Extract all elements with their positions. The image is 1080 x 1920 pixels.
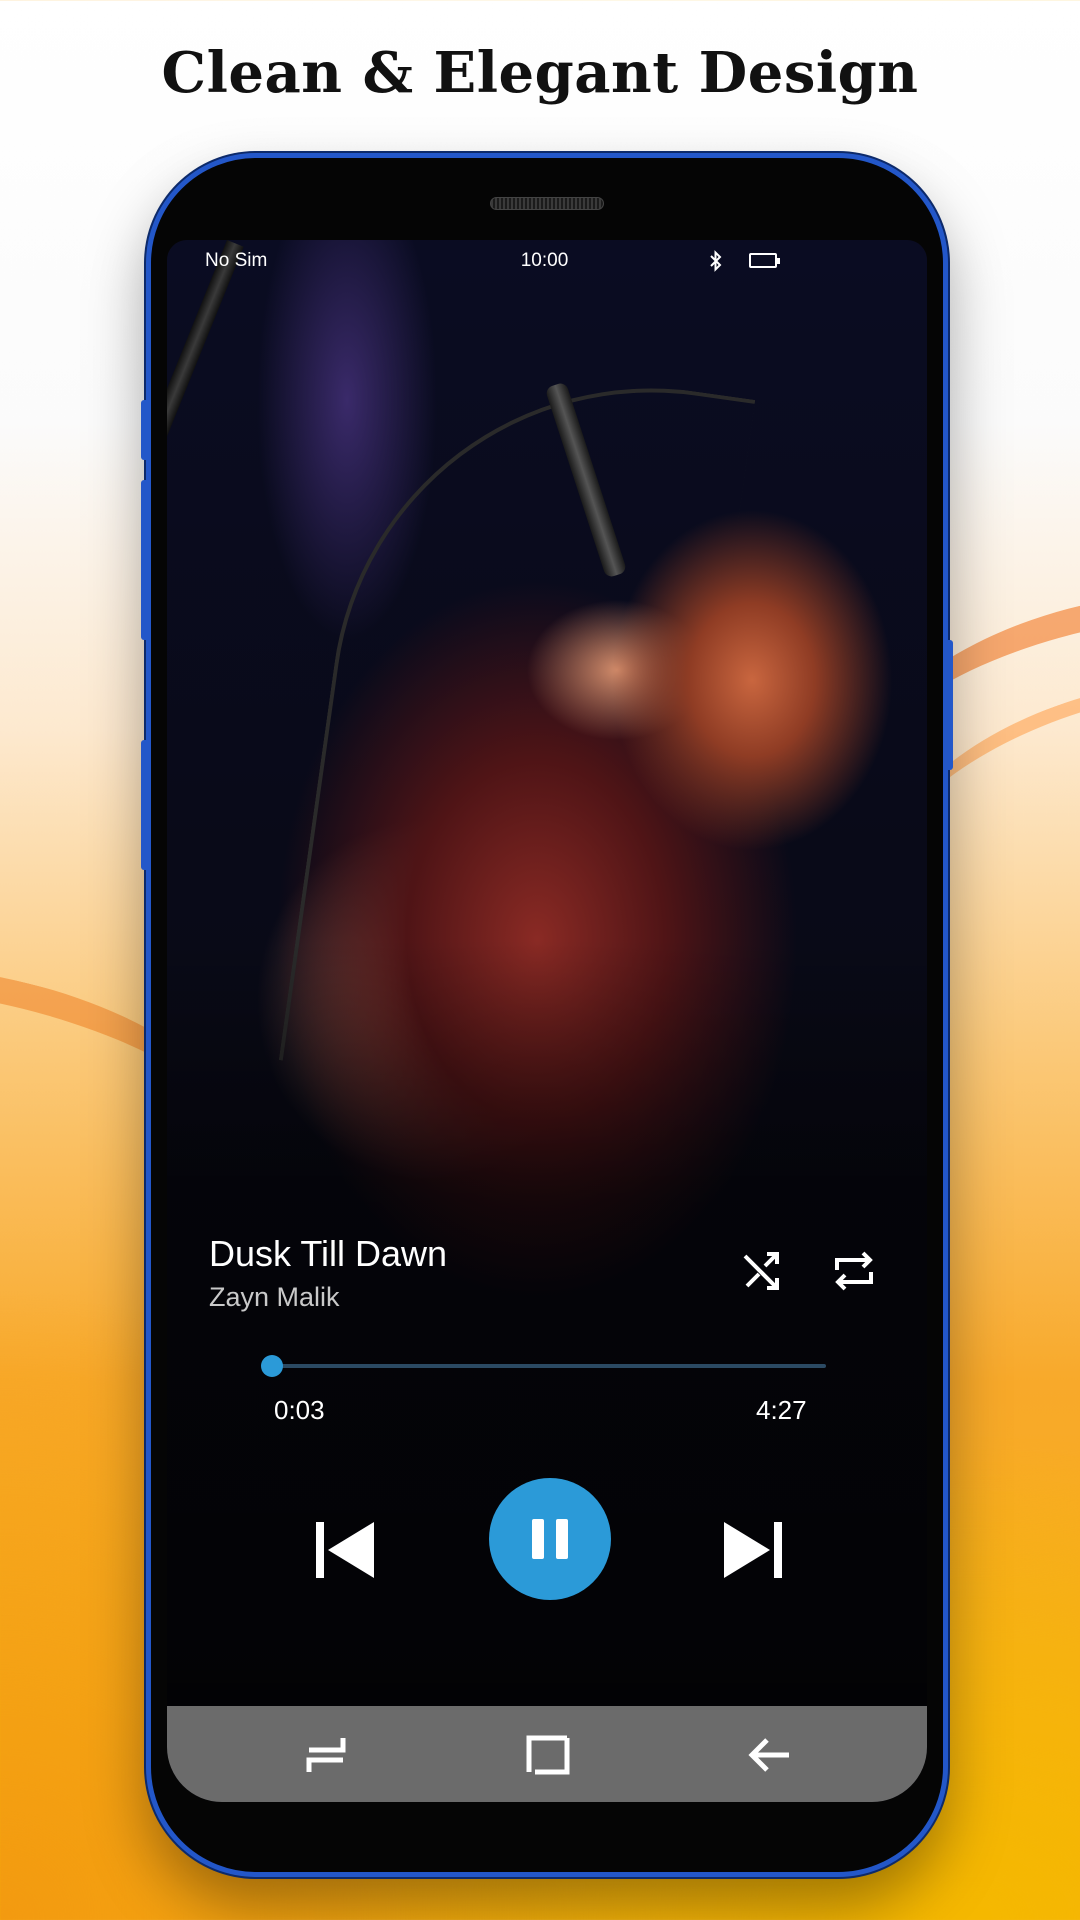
phone-side-button — [945, 640, 953, 770]
phone-screen: No Sim 10:00 Dusk Till Dawn Zayn Malik 0… — [167, 240, 927, 1802]
status-time: 10:00 — [520, 250, 569, 271]
skip-previous-icon[interactable] — [312, 1518, 376, 1582]
pause-icon — [532, 1519, 568, 1559]
pause-button[interactable] — [489, 1478, 611, 1600]
skip-next-icon[interactable] — [722, 1518, 786, 1582]
total-duration: 4:27 — [756, 1395, 807, 1425]
shuffle-icon[interactable] — [739, 1248, 785, 1294]
phone-side-button — [141, 740, 149, 870]
song-artist: Zayn Malik — [209, 1282, 340, 1312]
promo-headline: Clean & Elegant Design — [161, 40, 919, 106]
elapsed-time: 0:03 — [274, 1395, 325, 1425]
mic-stand — [167, 240, 244, 1008]
seek-bar[interactable] — [261, 1355, 826, 1377]
phone-earpiece — [490, 197, 604, 210]
song-title: Dusk Till Dawn — [209, 1233, 448, 1274]
recent-apps-icon[interactable] — [303, 1732, 349, 1778]
repeat-icon[interactable] — [831, 1248, 877, 1294]
navigation-bar — [167, 1706, 927, 1802]
phone-side-button — [141, 480, 149, 640]
phone-side-button — [141, 400, 149, 460]
back-icon[interactable] — [747, 1732, 793, 1778]
home-icon[interactable] — [525, 1732, 571, 1778]
seek-bar-thumb[interactable] — [261, 1355, 284, 1377]
status-bar: No Sim 10:00 — [167, 250, 927, 282]
bluetooth-icon — [709, 250, 723, 278]
battery-icon — [749, 253, 780, 268]
